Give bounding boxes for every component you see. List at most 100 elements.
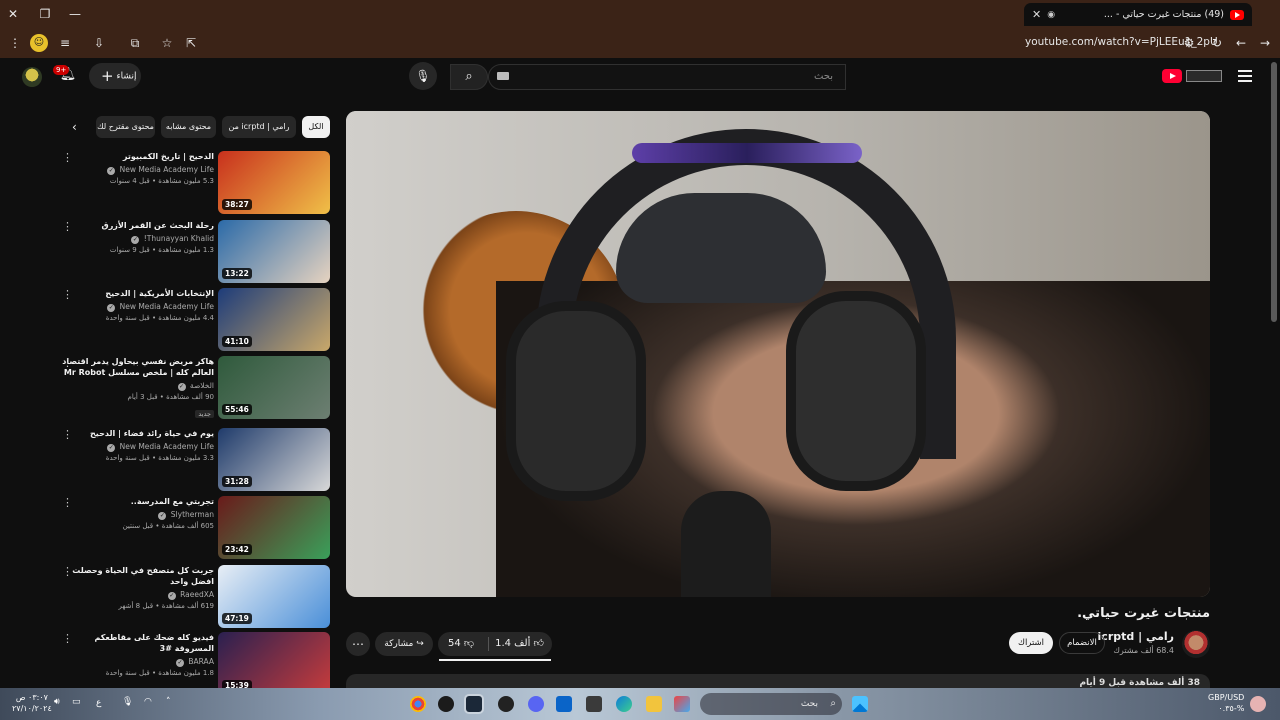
- reload-icon[interactable]: ↻: [1208, 34, 1226, 52]
- subscribe-button[interactable]: اشتراك: [1009, 632, 1053, 654]
- weather-widget[interactable]: GBP/USD ٠.٣٥-%: [1208, 692, 1244, 714]
- show-hidden-icons-icon[interactable]: ˄: [166, 697, 171, 707]
- guide-menu-icon[interactable]: [1238, 70, 1252, 85]
- profile-extension-icon[interactable]: ☺: [30, 34, 48, 52]
- account-avatar[interactable]: [22, 67, 42, 87]
- outlook-icon[interactable]: [556, 696, 572, 712]
- search-input[interactable]: بحث: [488, 64, 846, 90]
- recommendation-title[interactable]: تجربتي مع المدرسة..: [60, 496, 214, 507]
- video-thumbnail[interactable]: 47:19: [218, 565, 330, 628]
- reading-list-icon[interactable]: ≡: [56, 34, 74, 52]
- recommendation-menu-icon[interactable]: ⋮: [62, 496, 73, 509]
- recommendation-channel[interactable]: New Media Academy Life ✓: [60, 302, 214, 312]
- recommendation-menu-icon[interactable]: ⋮: [62, 356, 73, 369]
- recommendation-channel[interactable]: Thunayyan Khalid! ✓: [60, 234, 214, 244]
- extensions-icon[interactable]: ⧉: [126, 34, 144, 52]
- video-thumbnail[interactable]: 38:27: [218, 151, 330, 214]
- github-icon[interactable]: [438, 696, 454, 712]
- recommendation-item[interactable]: 47:19 جربت كل متصفح في الحياة وحصلت افضل …: [60, 565, 330, 629]
- recommendation-menu-icon[interactable]: ⋮: [62, 632, 73, 645]
- video-thumbnail[interactable]: 13:22: [218, 220, 330, 283]
- start-windows-icon[interactable]: [852, 696, 868, 712]
- recommendation-item[interactable]: 38:27 الدحيح | تاريخ الكمبيوتر New Media A…: [60, 151, 330, 215]
- back-icon[interactable]: ←: [1232, 34, 1250, 52]
- taskbar-clock[interactable]: ٠٣:٠٧ ص ٢٧/١٠/٢٠٢٤: [12, 692, 52, 714]
- video-thumbnail[interactable]: 15:39: [218, 632, 330, 695]
- recommendation-title[interactable]: الإنتخابات الأمريكية | الدحيح: [60, 288, 214, 299]
- youtube-logo[interactable]: [1162, 68, 1222, 84]
- recommendation-channel[interactable]: New Media Academy Life ✓: [60, 165, 214, 175]
- input-language[interactable]: ع: [96, 698, 101, 708]
- wifi-icon[interactable]: ◠: [144, 697, 152, 707]
- recommendation-title[interactable]: هاكر مريض نفسي بيحاول يدمر اقتصاد العالم…: [60, 356, 214, 378]
- create-button[interactable]: + إنشاء: [89, 63, 141, 89]
- voice-search-icon[interactable]: 🎙︎: [409, 62, 437, 90]
- recommendation-channel[interactable]: New Media Academy Life ✓: [60, 442, 214, 452]
- speaker-icon[interactable]: 🔊︎: [54, 697, 60, 707]
- widgets-icon[interactable]: [1250, 696, 1266, 712]
- recommendation-menu-icon[interactable]: ⋮: [62, 288, 73, 301]
- recommendation-title[interactable]: يوم في حياة رائد فضاء | الدحيح: [60, 428, 214, 439]
- open-in-app-icon[interactable]: ⇱: [182, 34, 200, 52]
- recommendation-channel[interactable]: BARAA ✓: [60, 657, 214, 667]
- recommendation-menu-icon[interactable]: ⋮: [62, 428, 73, 441]
- forward-icon[interactable]: →: [1256, 34, 1274, 52]
- dislike-button[interactable]: 54 👎︎: [448, 632, 474, 656]
- edge-icon[interactable]: [616, 696, 632, 712]
- join-button[interactable]: الانضمام: [1059, 632, 1105, 654]
- recommendation-channel[interactable]: RaeedXA ✓: [60, 590, 214, 600]
- network-icon[interactable]: ▭: [72, 697, 81, 707]
- bookmark-star-icon[interactable]: ☆: [158, 34, 176, 52]
- copilot-icon[interactable]: [674, 696, 690, 712]
- video-thumbnail[interactable]: 23:42: [218, 496, 330, 559]
- share-button[interactable]: مشاركة ↪: [375, 632, 433, 656]
- browser-menu-icon[interactable]: ⋮: [6, 34, 24, 52]
- chrome-icon[interactable]: [410, 696, 426, 712]
- video-player[interactable]: [346, 111, 1210, 597]
- recommendation-channel[interactable]: الخلاصة ✓: [60, 381, 214, 391]
- chip-related[interactable]: محتوى مشابه: [161, 116, 216, 138]
- recommendation-item[interactable]: 31:28 يوم في حياة رائد فضاء | الدحيح New M…: [60, 428, 330, 492]
- site-settings-icon[interactable]: ⚙: [1180, 34, 1198, 52]
- chip-recommended[interactable]: محتوى مقترح لك: [96, 116, 155, 138]
- recommendation-item[interactable]: 23:42 تجربتي مع المدرسة.. Slytherman ✓ 605 …: [60, 496, 330, 560]
- downloads-icon[interactable]: ⇩: [90, 34, 108, 52]
- recommendation-item[interactable]: 41:10 الإنتخابات الأمريكية | الدحيح New Me…: [60, 288, 330, 352]
- steam-icon[interactable]: [464, 694, 484, 714]
- discord-icon[interactable]: [528, 696, 544, 712]
- keyboard-icon[interactable]: [497, 72, 509, 80]
- search-button[interactable]: ⌕: [450, 64, 488, 90]
- recommendation-menu-icon[interactable]: ⋮: [62, 151, 73, 164]
- calculator-icon[interactable]: [586, 696, 602, 712]
- recommendation-channel[interactable]: Slytherman ✓: [60, 510, 214, 520]
- page-scrollbar[interactable]: [1271, 62, 1277, 322]
- recommendation-menu-icon[interactable]: ⋮: [62, 220, 73, 233]
- recommendation-title[interactable]: جربت كل متصفح في الحياة وحصلت افضل واحد: [60, 565, 214, 587]
- microphone-tray-icon[interactable]: 🎙︎: [122, 697, 133, 707]
- recommendation-item[interactable]: 55:46 هاكر مريض نفسي بيحاول يدمر اقتصاد ا…: [60, 356, 330, 420]
- browser-tab[interactable]: (49) منتجات غيرت حياتي - ... ◉ ✕: [1024, 3, 1252, 26]
- like-button[interactable]: 1.4 ألف 👍︎: [495, 632, 544, 656]
- restore-window-icon[interactable]: ❐: [34, 4, 56, 24]
- video-thumbnail[interactable]: 31:28: [218, 428, 330, 491]
- recommendation-item[interactable]: 13:22 رحلة البحث عن القمر الأزرق Thunayyan…: [60, 220, 330, 284]
- browser-toolbar: ⋮ ☺ ≡ ⇩ ⧉ ☆ ⇱ youtube.com/watch?v=PjLEEu…: [0, 28, 1280, 58]
- recommendation-title[interactable]: رحلة البحث عن القمر الأزرق: [60, 220, 214, 231]
- chatgpt-icon[interactable]: [498, 696, 514, 712]
- chip-all[interactable]: الكل: [302, 116, 330, 138]
- file-explorer-icon[interactable]: [646, 696, 662, 712]
- audio-playing-icon[interactable]: ◉: [1047, 10, 1055, 20]
- recommendation-title[interactable]: الدحيح | تاريخ الكمبيوتر: [60, 151, 214, 162]
- close-window-icon[interactable]: ✕: [2, 4, 24, 24]
- video-thumbnail[interactable]: 41:10: [218, 288, 330, 351]
- minimize-window-icon[interactable]: —: [64, 4, 86, 24]
- recommendation-item[interactable]: 15:39 فيديو كله ضحك على مقاطعكم المسروقة …: [60, 632, 330, 696]
- recommendation-menu-icon[interactable]: ⋮: [62, 565, 73, 578]
- video-thumbnail[interactable]: 55:46: [218, 356, 330, 419]
- channel-avatar[interactable]: [1182, 630, 1210, 658]
- chip-from-channel[interactable]: من icrptd | رامي: [222, 116, 296, 138]
- taskbar-search-input[interactable]: ⌕ بحث: [700, 693, 842, 715]
- recommendation-title[interactable]: فيديو كله ضحك على مقاطعكم المسروقة #3: [60, 632, 214, 654]
- close-tab-icon[interactable]: ✕: [1032, 8, 1041, 21]
- more-actions-icon[interactable]: ⋯: [346, 632, 370, 656]
